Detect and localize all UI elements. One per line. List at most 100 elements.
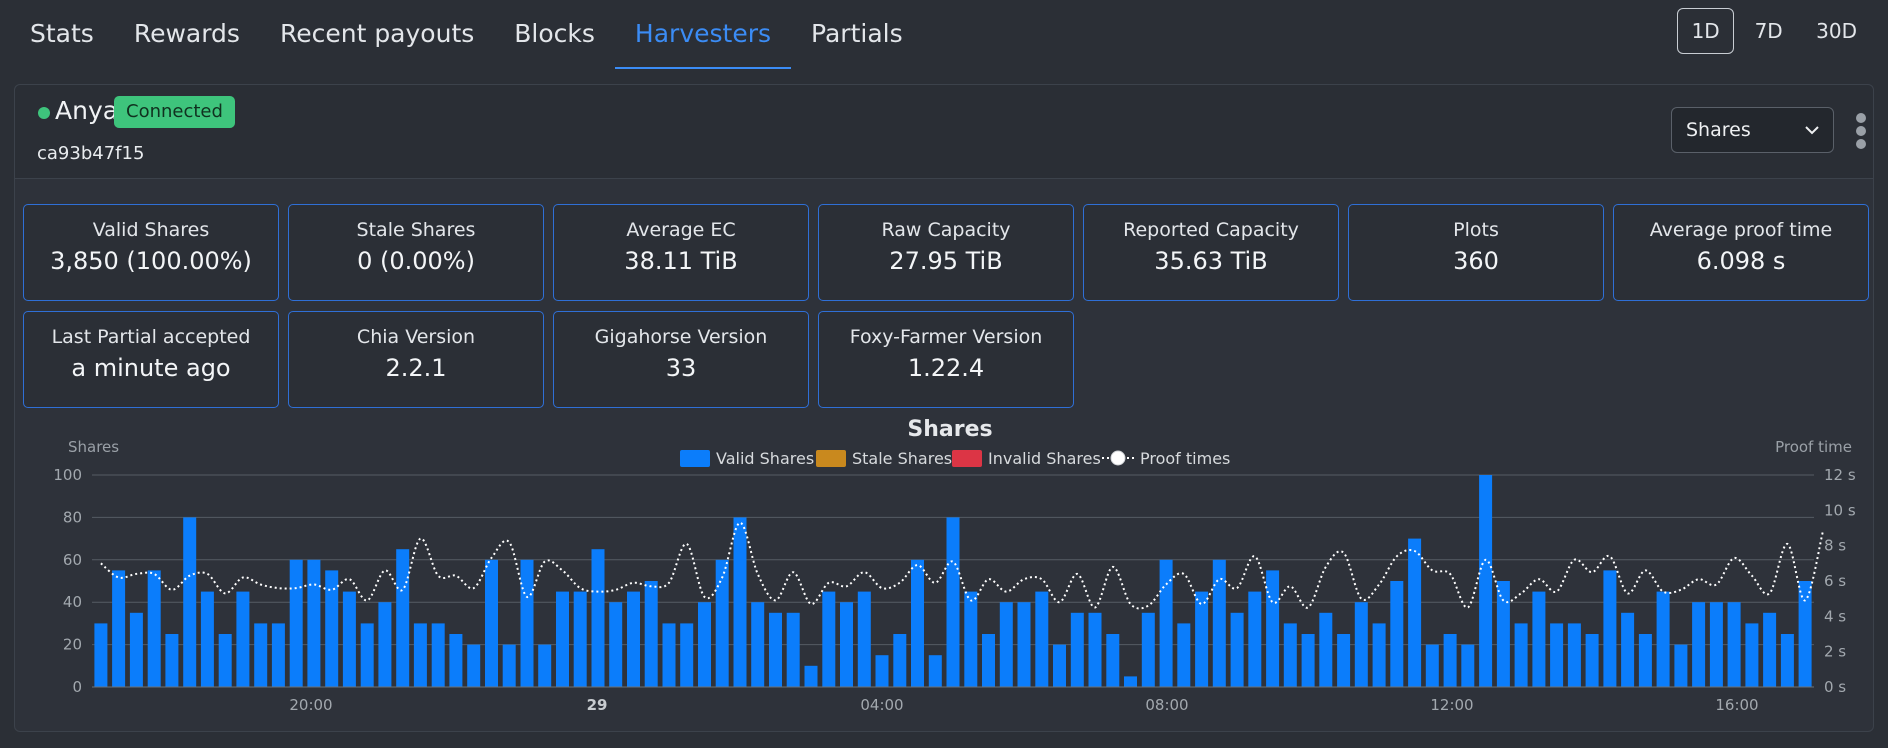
y-tick-label: 40: [63, 593, 82, 611]
chart-y2-axis-label: Proof time: [1775, 438, 1852, 456]
y2-tick-label: 0 s: [1824, 678, 1846, 696]
x-tick-label: 12:00: [1430, 696, 1473, 714]
valid-share-bar: [644, 581, 658, 687]
x-tick-label: 08:00: [1145, 696, 1188, 714]
valid-share-bar: [342, 591, 356, 687]
chart-legend: Valid Shares Stale Shares Invalid Shares Pr…: [680, 449, 1230, 468]
chart-proof-line: [100, 521, 1824, 610]
legend-proof-marker: [1110, 450, 1126, 466]
valid-share-bar: [680, 623, 694, 687]
valid-share-bar: [609, 602, 623, 687]
legend-swatch: [680, 450, 710, 467]
valid-share-bar: [325, 570, 339, 687]
valid-share-bar: [485, 559, 498, 687]
valid-share-bar: [1745, 623, 1759, 687]
valid-share-bar: [662, 623, 676, 687]
valid-share-bar: [751, 602, 765, 687]
proof-time-line: [100, 521, 1824, 610]
valid-share-bar: [129, 612, 143, 687]
y-tick-label: 100: [53, 466, 82, 484]
y2-tick-label: 12 s: [1824, 466, 1856, 484]
shares-chart: Shares Shares Proof time Valid Shares Sta…: [53, 417, 1856, 714]
valid-share-bar: [715, 559, 729, 687]
valid-share-bar: [591, 549, 605, 687]
valid-share-bar: [147, 570, 161, 687]
valid-share-bar: [165, 634, 179, 687]
valid-share-bar: [1692, 602, 1706, 687]
valid-share-bar: [1709, 602, 1723, 687]
x-tick-label: 20:00: [289, 696, 332, 714]
valid-share-bar: [360, 623, 374, 687]
valid-share-bar: [1425, 644, 1439, 687]
valid-share-bar: [946, 517, 960, 687]
valid-share-bar: [1621, 612, 1635, 687]
valid-share-bar: [378, 602, 392, 687]
y-tick-label: 60: [63, 551, 82, 569]
valid-share-bar: [1603, 570, 1617, 687]
valid-share-bar: [449, 634, 463, 687]
valid-share-bar: [431, 623, 445, 687]
valid-share-bar: [254, 623, 268, 687]
valid-share-bar: [1070, 612, 1084, 687]
valid-share-bar: [698, 602, 711, 687]
valid-share-bar: [1479, 475, 1493, 687]
chart-title: Shares: [907, 417, 992, 442]
valid-share-bar: [1514, 623, 1528, 687]
valid-share-bar: [1124, 676, 1137, 687]
valid-share-bar: [857, 591, 871, 687]
valid-share-bar: [1354, 602, 1368, 687]
valid-share-bar: [822, 591, 836, 687]
valid-share-bar: [733, 517, 747, 687]
valid-share-bar: [893, 634, 907, 687]
valid-share-bar: [1496, 581, 1510, 687]
valid-share-bar: [911, 559, 924, 687]
valid-share-bar: [573, 591, 587, 687]
y2-tick-label: 8 s: [1824, 537, 1846, 555]
valid-share-bar: [1248, 591, 1262, 687]
valid-share-bar: [1780, 634, 1794, 687]
valid-share-bar: [396, 549, 410, 687]
legend-swatch: [952, 450, 982, 467]
valid-share-bar: [1390, 581, 1404, 687]
y-tick-label: 20: [63, 636, 82, 654]
valid-share-bar: [1638, 634, 1652, 687]
valid-share-bar: [786, 612, 800, 687]
valid-share-bar: [112, 570, 126, 687]
valid-share-bar: [520, 559, 534, 687]
valid-share-bar: [1195, 591, 1209, 687]
valid-share-bar: [1035, 591, 1049, 687]
legend-label: Valid Shares: [716, 449, 814, 468]
valid-share-bar: [502, 644, 516, 687]
valid-share-bar: [1319, 612, 1333, 687]
valid-share-bar: [1585, 634, 1599, 687]
valid-share-bar: [1798, 581, 1812, 687]
valid-share-bar: [1763, 612, 1777, 687]
valid-share-bar: [1088, 612, 1102, 687]
valid-share-bar: [1301, 634, 1315, 687]
valid-share-bar: [928, 655, 942, 687]
valid-share-bar: [94, 623, 108, 687]
valid-share-bar: [183, 517, 197, 687]
valid-share-bar: [200, 591, 214, 687]
valid-share-bar: [1727, 602, 1741, 687]
legend-label: Stale Shares: [852, 449, 952, 468]
valid-share-bar: [964, 591, 978, 687]
valid-share-bar: [1177, 623, 1191, 687]
valid-share-bar: [1656, 591, 1670, 687]
valid-share-bar: [1443, 634, 1457, 687]
valid-share-bar: [1532, 591, 1546, 687]
valid-share-bar: [1053, 644, 1066, 687]
valid-share-bar: [875, 655, 889, 687]
valid-share-bar: [1337, 634, 1351, 687]
valid-share-bar: [1266, 570, 1280, 687]
valid-share-bar: [1461, 644, 1475, 687]
y2-tick-label: 4 s: [1824, 607, 1846, 625]
legend-swatch: [816, 450, 846, 467]
y2-tick-label: 2 s: [1824, 643, 1846, 661]
valid-share-bar: [1017, 602, 1031, 687]
valid-share-bar: [236, 591, 250, 687]
y2-tick-label: 10 s: [1824, 501, 1856, 519]
valid-share-bar: [556, 591, 569, 687]
valid-share-bar: [627, 591, 640, 687]
x-tick-label: 04:00: [860, 696, 903, 714]
